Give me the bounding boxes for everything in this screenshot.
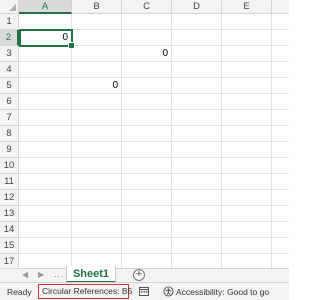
- row-header-3[interactable]: 3: [0, 46, 19, 62]
- row-header-2[interactable]: 2: [0, 30, 19, 46]
- gridline: [19, 205, 289, 206]
- sheet-tab-bar: 17 ◀ ▶ ... Sheet1 +: [0, 254, 289, 283]
- column-header-a[interactable]: A: [19, 0, 72, 14]
- select-all-button[interactable]: [0, 0, 19, 14]
- gridline: [19, 221, 289, 222]
- row-header-5[interactable]: 5: [0, 78, 19, 94]
- gridline: [19, 237, 289, 238]
- row-header-7[interactable]: 7: [0, 110, 19, 126]
- row-header-13[interactable]: 13: [0, 206, 19, 222]
- status-ready: Ready: [7, 287, 32, 297]
- gridline: [19, 141, 289, 142]
- sheet-tab-sheet1[interactable]: Sheet1: [66, 266, 116, 283]
- select-all-triangle-icon: [9, 4, 16, 11]
- status-bar: Ready Circular References: B5 Accessibil…: [0, 282, 289, 300]
- gridline: [19, 125, 289, 126]
- row-header-1[interactable]: 1: [0, 14, 19, 30]
- gridline: [19, 157, 289, 158]
- column-header-partial[interactable]: [272, 0, 289, 14]
- row-header-9[interactable]: 9: [0, 142, 19, 158]
- active-cell-border: [19, 29, 73, 47]
- fill-handle[interactable]: [68, 42, 75, 49]
- more-sheets-indicator[interactable]: ...: [54, 269, 65, 279]
- row-header-10[interactable]: 10: [0, 158, 19, 174]
- row-header-6[interactable]: 6: [0, 94, 19, 110]
- prev-sheet-icon[interactable]: ◀: [22, 270, 28, 279]
- row-header-4[interactable]: 4: [0, 62, 19, 78]
- calendar-icon[interactable]: [139, 286, 149, 296]
- next-sheet-icon[interactable]: ▶: [38, 270, 44, 279]
- column-header-b[interactable]: B: [72, 0, 122, 14]
- column-header-e[interactable]: E: [222, 0, 272, 14]
- row-header-11[interactable]: 11: [0, 174, 19, 190]
- gridline: [19, 93, 289, 94]
- row-header-17[interactable]: 17: [0, 254, 19, 268]
- row-header-14[interactable]: 14: [0, 222, 19, 238]
- row-header-8[interactable]: 8: [0, 126, 19, 142]
- add-sheet-icon[interactable]: +: [133, 269, 145, 281]
- column-header-d[interactable]: D: [172, 0, 222, 14]
- gridline: [19, 173, 289, 174]
- cell-b5[interactable]: 0: [72, 78, 118, 94]
- column-header-c[interactable]: C: [122, 0, 172, 14]
- accessibility-icon[interactable]: [163, 286, 174, 297]
- gridline: [19, 189, 289, 190]
- gridline: [19, 77, 289, 78]
- circular-references-status[interactable]: Circular References: B5: [38, 284, 132, 299]
- cell-c3[interactable]: 0: [122, 46, 168, 62]
- accessibility-status[interactable]: Accessibility: Good to go: [176, 287, 269, 297]
- gridline: [19, 253, 289, 254]
- cell-area[interactable]: 0 0 0: [19, 14, 289, 268]
- row-header-15[interactable]: 15: [0, 238, 19, 254]
- gridline: [19, 109, 289, 110]
- row-header-12[interactable]: 12: [0, 190, 19, 206]
